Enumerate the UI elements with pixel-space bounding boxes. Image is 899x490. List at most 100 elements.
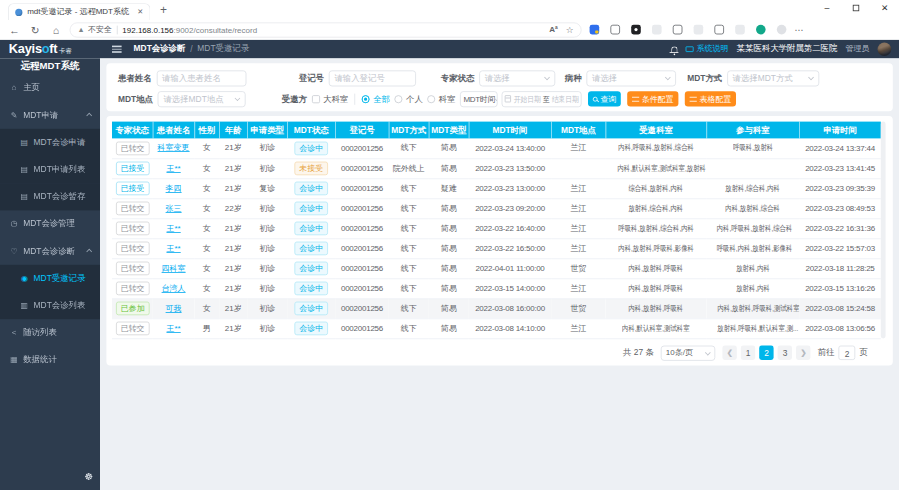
column-header: MDT地点 xyxy=(551,122,605,139)
sidebar-item-MDT会诊管理[interactable]: ◷MDT会诊管理 xyxy=(0,210,100,237)
extension-icon[interactable] xyxy=(652,25,662,35)
expert-status-badge: 已转交 xyxy=(116,242,150,256)
browser-chrome: mdt受邀记录 - 远程MDT系统 ✕ + – ✕ ← ↻ ⌂ ▲ 不安全 19… xyxy=(0,0,899,40)
system-help-link[interactable]: 系统说明 xyxy=(685,43,728,54)
user-icon: ◉ xyxy=(20,274,29,283)
chevron-down-icon xyxy=(705,349,711,355)
reg-no-input[interactable]: 请输入登记号 xyxy=(329,70,416,86)
patient-name-link[interactable]: 王** xyxy=(166,324,180,333)
sidebar-item-MDT申请列表[interactable]: ▤MDT申请列表 xyxy=(0,156,100,183)
window-close-button[interactable]: ✕ xyxy=(870,0,899,18)
browser-tab[interactable]: mdt受邀记录 - 远程MDT系统 ✕ xyxy=(8,3,150,20)
radio-dept[interactable] xyxy=(427,95,435,103)
mdt-status-badge: 会诊中 xyxy=(294,202,328,216)
patient-name-link[interactable]: 王** xyxy=(166,224,180,233)
favorites-star-icon[interactable]: ☆ xyxy=(566,24,574,34)
prev-page-button[interactable]: ❮ xyxy=(723,346,737,360)
condition-config-button[interactable]: 条件配置 xyxy=(627,91,678,106)
extension-icon[interactable] xyxy=(756,25,766,35)
time-type-select[interactable]: MDT时间 xyxy=(460,91,498,107)
goto-suffix: 页 xyxy=(859,347,867,358)
address-input[interactable]: ▲ 不安全 192.168.0.156:9002/consultate/reco… xyxy=(70,22,582,37)
sidebar-title: 远程MDT系统 xyxy=(0,58,100,74)
notification-bell-icon[interactable] xyxy=(671,46,677,52)
sidebar-item-MDT申请[interactable]: ✎MDT申请 xyxy=(0,101,100,128)
tab-close-icon[interactable]: ✕ xyxy=(137,8,143,16)
page-size-select[interactable]: 10条/页 xyxy=(661,345,715,360)
record-table: 专家状态患者姓名性别年龄申请类型MDT状态登记号MDT方式MDT类型MDT时间M… xyxy=(112,122,881,339)
column-header: 登记号 xyxy=(335,122,389,139)
big-dept-checkbox[interactable] xyxy=(312,95,320,103)
read-aloud-icon[interactable]: Aa xyxy=(549,25,557,34)
extension-icon[interactable] xyxy=(590,25,600,35)
heart-icon: ♡ xyxy=(10,246,19,255)
mdt-status-badge: 会诊中 xyxy=(294,222,328,236)
extension-icon[interactable] xyxy=(610,25,620,35)
mdt-mode-select[interactable]: 请选择MDT方式 xyxy=(727,70,819,86)
sidebar-item-随访列表[interactable]: <随访列表 xyxy=(0,319,100,346)
extension-icon[interactable] xyxy=(673,25,683,35)
app-header: Kayisoft卡睿 MDT会诊诊断 / MDT受邀记录 系统说明 某某医科大学… xyxy=(0,40,899,58)
expert-status-badge: 已参加 xyxy=(116,302,150,316)
mdt-place-select[interactable]: 请选择MDT地点 xyxy=(158,91,246,107)
back-button[interactable]: ← xyxy=(4,24,25,36)
sidebar-item-MDT会诊诊断[interactable]: ♡MDT会诊诊断 xyxy=(0,237,100,264)
extension-icon[interactable] xyxy=(631,25,641,35)
window-maximize-button[interactable] xyxy=(841,0,870,18)
table-scrollbar[interactable] xyxy=(881,122,886,339)
menu-collapse-icon[interactable] xyxy=(112,46,122,53)
disease-select[interactable]: 请选择 xyxy=(586,70,676,86)
column-header: 申请类型 xyxy=(247,122,287,139)
page-button-2[interactable]: 2 xyxy=(759,346,773,360)
browser-profile-icon[interactable] xyxy=(777,25,787,35)
goto-page-input[interactable]: 2 xyxy=(839,346,856,360)
url-text: 192.168.0.156:9002/consultate/record xyxy=(122,25,257,34)
search-button[interactable]: 查询 xyxy=(588,91,621,106)
page-button-1[interactable]: 1 xyxy=(741,346,755,360)
date-range-input[interactable]: 开始日期 至 结束日期 xyxy=(502,91,582,107)
new-tab-button[interactable]: + xyxy=(160,5,167,15)
sidebar-item-数据统计[interactable]: ▦数据统计 xyxy=(0,346,100,373)
user-avatar[interactable] xyxy=(877,42,891,56)
patient-name-link[interactable]: 科室变更 xyxy=(158,143,190,152)
search-icon xyxy=(593,96,598,101)
window-minimize-button[interactable]: – xyxy=(813,0,842,18)
browser-split-icon[interactable] xyxy=(714,25,724,35)
extension-icon[interactable] xyxy=(694,25,704,35)
browser-tab-bar: mdt受邀记录 - 远程MDT系统 ✕ + – ✕ xyxy=(0,0,899,20)
next-page-button[interactable]: ❯ xyxy=(796,346,810,360)
column-header: MDT状态 xyxy=(287,122,335,139)
chevron-down-icon xyxy=(665,75,671,81)
config-icon xyxy=(690,96,697,101)
patient-name-link[interactable]: 台湾人 xyxy=(162,284,186,293)
patient-name-link[interactable]: 王** xyxy=(166,164,180,173)
patient-name-link[interactable]: 张三 xyxy=(166,204,182,213)
extension-icon[interactable] xyxy=(735,25,745,35)
patient-name-link[interactable]: 李四 xyxy=(166,184,182,193)
settings-gear-icon[interactable]: ☸ xyxy=(84,471,93,482)
patient-name-input[interactable]: 请输入患者姓名 xyxy=(156,70,246,86)
browser-menu-icon[interactable]: ⋯ xyxy=(794,24,804,34)
radio-all[interactable] xyxy=(362,95,370,103)
expert-status-badge: 已转交 xyxy=(116,262,150,276)
sidebar-item-MDT会诊列表[interactable]: ▥MDT会诊列表 xyxy=(0,292,100,319)
sidebar-item-MDT受邀记录[interactable]: ◉MDT受邀记录 xyxy=(0,264,100,291)
sidebar-item-MDT会诊申请[interactable]: ▤MDT会诊申请 xyxy=(0,128,100,155)
patient-name-link[interactable]: 四科室 xyxy=(162,264,186,273)
radio-personal[interactable] xyxy=(395,95,403,103)
expert-status-select[interactable]: 请选择 xyxy=(479,70,555,86)
sidebar-item-主页[interactable]: ⌂主页 xyxy=(0,74,100,101)
sidebar-item-MDT会诊暂存[interactable]: ▤MDT会诊暂存 xyxy=(0,183,100,210)
patient-name-link[interactable]: 王** xyxy=(166,244,180,253)
share-icon: < xyxy=(10,328,19,337)
home-button[interactable]: ⌂ xyxy=(46,24,67,36)
table-config-button[interactable]: 表格配置 xyxy=(685,91,736,106)
browser-address-bar: ← ↻ ⌂ ▲ 不安全 192.168.0.156:9002/consultat… xyxy=(0,20,899,40)
expert-status-badge: 已接受 xyxy=(116,162,150,176)
page-button-3[interactable]: 3 xyxy=(778,346,792,360)
patient-name-link[interactable]: 可我 xyxy=(166,304,182,313)
main-content: 患者姓名 请输入患者姓名 登记号 请输入登记号 专家状态 请选择 病种 请选择 … xyxy=(100,58,899,490)
refresh-button[interactable]: ↻ xyxy=(25,24,46,36)
reg-no-label: 登记号 xyxy=(299,72,324,83)
user-role: 管理员 xyxy=(845,43,869,54)
